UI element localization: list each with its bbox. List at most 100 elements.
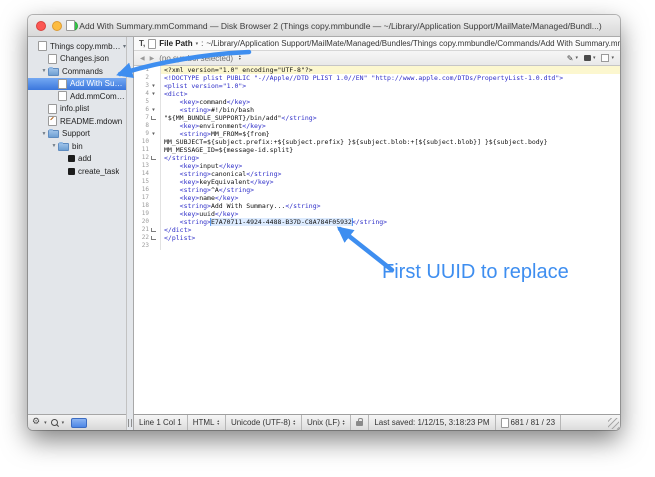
sidebar-item[interactable]: ▼ Commands (28, 65, 126, 78)
code-line[interactable]: 3 ▼ <plist version="1.0"> (134, 82, 620, 90)
code-editor[interactable]: 1 <?xml version="1.0" encoding="UTF-8"?> 2… (134, 66, 620, 414)
line-number: 16 (141, 186, 149, 193)
line-number: 23 (141, 242, 149, 249)
sidebar-item[interactable]: Add.mmCommand (28, 90, 126, 103)
code-line[interactable]: 1 <?xml version="1.0" encoding="UTF-8"?> (134, 66, 620, 74)
code-line[interactable]: 19 <key>uuid</key> (134, 210, 620, 218)
pencil-icon: ✎ (566, 53, 574, 63)
sidebar: Things copy.mmbundle ▾ Changes.json ▼ Comm… (28, 37, 126, 430)
code-line[interactable]: 15 <key>keyEquivalent</key> (134, 178, 620, 186)
code-line[interactable]: 2 <!DOCTYPE plist PUBLIC "-//Apple//DTD P… (134, 74, 620, 82)
text-action[interactable]: ▾ (601, 54, 614, 62)
title-bar[interactable]: Add With Summary.mmCommand — Disk Browse… (28, 15, 620, 37)
gear-icon[interactable]: ⚙ (32, 418, 40, 427)
filter-toggle-icon[interactable] (71, 417, 88, 428)
sidebar-item[interactable]: ▼ Support (28, 128, 126, 141)
code-line-text: </dict> (164, 226, 192, 234)
code-line[interactable]: 21 </dict> (134, 226, 620, 234)
code-line[interactable]: 5 <key>command</key> (134, 98, 620, 106)
search-menu-caret-icon[interactable]: ▾ (62, 420, 65, 426)
file-icon (148, 38, 157, 49)
resize-grip[interactable] (608, 418, 619, 429)
text-tool-icon[interactable]: T, (139, 39, 145, 48)
line-endings-popup[interactable]: Unix (LF) ▲ ▼ (302, 415, 352, 430)
disclosure-triangle-icon[interactable]: ▼ (40, 131, 48, 137)
line-number: 22 (141, 234, 149, 241)
stepper-icon: ▲ ▼ (341, 418, 346, 426)
symbol-popup[interactable]: (no symbol selected) (159, 54, 233, 63)
view-action[interactable]: ▾ (583, 55, 595, 61)
selected-uuid[interactable]: E7A70711-4924-4488-B37D-C8A784F05932 (210, 218, 352, 226)
line-number: 5 (145, 98, 149, 105)
sidebar-item-label: README.mdown (60, 116, 123, 126)
code-line[interactable]: 14 <string>canonical</string> (134, 170, 620, 178)
code-line-text: <dict> (164, 90, 188, 98)
sidebar-item[interactable]: add (28, 153, 126, 166)
language-popup[interactable]: HTML ▲ ▼ (188, 415, 226, 430)
sidebar-item-label: add (78, 154, 92, 164)
gear-menu-caret-icon[interactable]: ▾ (44, 420, 47, 426)
file-path-caret-icon[interactable]: ▾ (196, 41, 199, 47)
folder-icon (48, 66, 59, 76)
splitter-handle-icon[interactable] (128, 419, 132, 427)
code-line-text: <string>MM_FROM=${from} (164, 130, 270, 138)
code-line[interactable]: 4 ▼ <dict> (134, 90, 620, 98)
sidebar-item[interactable]: Add With Summary.... (28, 77, 126, 90)
code-line[interactable]: 23 (134, 242, 620, 250)
code-line[interactable]: 12 </string> (134, 154, 620, 162)
line-number: 4 (145, 90, 149, 97)
symbol-stepper-icon[interactable]: ▲ ▼ (238, 54, 241, 61)
code-line[interactable]: 9 ▼ <string>MM_FROM=${from} (134, 130, 620, 138)
lock-icon (356, 417, 364, 426)
code-line[interactable]: 20 <string>E7A70711-4924-4488-B37D-C8A78… (134, 218, 620, 226)
status-bar: Line 1 Col 1 HTML ▲ ▼ Unicode (UTF-8) ▲ ▼ … (134, 414, 620, 430)
sidebar-splitter[interactable] (126, 37, 134, 430)
document-stats-icon (500, 417, 509, 428)
edit-action[interactable]: ✎ ▾ (567, 54, 578, 63)
lock-cell[interactable] (351, 415, 370, 430)
code-line[interactable]: 7 "${MM_BUNDLE_SUPPORT}/bin/add"</string> (134, 114, 620, 122)
code-line[interactable]: 22 </plist> (134, 234, 620, 242)
code-line[interactable]: 10 MM_SUBJECT=${subject.prefix:+${subject… (134, 138, 620, 146)
sidebar-item[interactable]: README.mdown (28, 115, 126, 128)
gutter: 15 (134, 178, 161, 186)
sidebar-item[interactable]: Changes.json (28, 53, 126, 66)
file-tree: Things copy.mmbundle ▾ Changes.json ▼ Comm… (28, 37, 126, 414)
disclosure-triangle-icon[interactable]: ▼ (50, 143, 58, 149)
sidebar-item[interactable]: ▼ bin (28, 140, 126, 153)
file-path-bar: T, File Path ▾ : ~/Library/Application S… (134, 37, 620, 51)
sidebar-item[interactable]: create_task (28, 165, 126, 178)
code-line[interactable]: 11 MM_MESSAGE_ID=${message-id.split} (134, 146, 620, 154)
sidebar-item[interactable]: info.plist (28, 103, 126, 116)
code-line-text: MM_SUBJECT=${subject.prefix:+${subject.p… (164, 138, 548, 146)
line-number: 21 (141, 226, 149, 233)
code-line[interactable]: 18 <string>Add With Summary...</string> (134, 202, 620, 210)
gutter: 23 (134, 242, 161, 250)
gutter: 16 (134, 186, 161, 194)
forward-icon[interactable]: ▶ (150, 55, 155, 62)
code-line[interactable]: 16 <string>^A</string> (134, 186, 620, 194)
char-word-line-counts: 681 / 81 / 23 (510, 418, 556, 427)
close-button[interactable] (36, 20, 46, 31)
line-number: 13 (141, 162, 149, 169)
search-icon[interactable] (50, 419, 58, 426)
gutter: 10 (134, 138, 161, 146)
back-icon[interactable]: ◀ (140, 55, 145, 62)
code-line[interactable]: 17 <key>name</key> (134, 194, 620, 202)
disclosure-triangle-icon[interactable]: ▼ (40, 68, 48, 74)
code-line[interactable]: 13 <key>input</key> (134, 162, 620, 170)
sidebar-item-label: info.plist (60, 104, 90, 114)
gutter: 11 (134, 146, 161, 154)
document-proxy-icon[interactable] (66, 20, 76, 31)
line-number: 3 (145, 82, 149, 89)
sidebar-item-label: Changes.json (60, 54, 109, 64)
stepper-icon: ▲ ▼ (216, 418, 220, 426)
code-line-text: <string>Add With Summary...</string> (164, 202, 321, 210)
code-line[interactable]: 8 <key>environment</key> (134, 122, 620, 130)
encoding-popup[interactable]: Unicode (UTF-8) ▲ ▼ (226, 415, 302, 430)
line-number: 9 (145, 130, 149, 137)
code-line[interactable]: 6 ▼ <string>#!/bin/bash (134, 106, 620, 114)
gutter: 4 ▼ (134, 90, 161, 98)
sidebar-item-root[interactable]: Things copy.mmbundle ▾ (28, 40, 126, 53)
